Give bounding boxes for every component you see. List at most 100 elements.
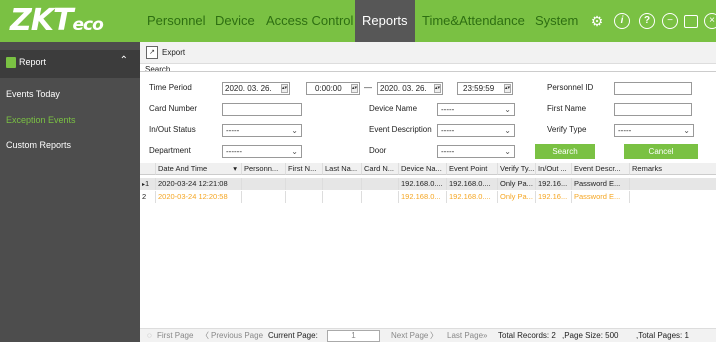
column-header[interactable]: First N... [286,163,323,175]
column-header[interactable]: Device Na... [399,163,447,175]
end-date-spinner[interactable]: ▴▾ [434,84,441,93]
table-cell[interactable] [242,178,286,190]
table-cell[interactable]: 192.168.0... [399,191,447,203]
sidebar-header-label: Report [19,57,47,67]
end-date-input[interactable]: 2020. 03. 26. ▴▾ [377,82,443,95]
table-cell[interactable] [323,178,362,190]
table-cell[interactable] [630,178,716,190]
column-header[interactable]: Remarks [630,163,716,175]
table-cell[interactable] [286,178,323,190]
inout-status-select[interactable]: ----- ⌄ [222,124,302,137]
last-page-link[interactable]: Last Page [447,329,483,342]
inout-status-label: In/Out Status [149,125,196,134]
table-cell[interactable]: 2020-03-24 12:21:08 [156,178,242,190]
verify-type-select[interactable]: ----- ⌄ [614,124,694,137]
chevron-right-icon[interactable]: 〉 [430,329,438,342]
row-number[interactable]: 2 [140,191,156,203]
first-name-input[interactable] [614,103,692,116]
column-header[interactable]: Last Na... [323,163,362,175]
search-button[interactable]: Search [535,144,595,159]
door-value: ----- [441,147,455,156]
inout-status-value: ----- [226,126,240,135]
settings-icon[interactable]: ⚙ [589,13,605,29]
column-header[interactable]: Event Descr... [572,163,630,175]
collapse-icon[interactable]: ⌃ [120,55,128,66]
first-page-link[interactable]: First Page [157,329,193,342]
door-select[interactable]: ----- ⌄ [437,145,515,158]
event-description-select[interactable]: ----- ⌄ [437,124,515,137]
end-time-input[interactable]: 23:59:59 ▴▾ [457,82,513,95]
door-label: Door [369,146,387,155]
table-cell[interactable]: 192.16... [536,191,572,203]
nav-personnel[interactable]: Personnel [140,0,213,42]
row-number[interactable]: ▸1 [140,178,156,190]
table-cell[interactable] [362,191,399,203]
sort-down-icon[interactable]: ▾ [233,163,237,174]
start-time-input[interactable]: 0:00:00 ▴▾ [306,82,360,95]
start-time-spinner[interactable]: ▴▾ [351,84,358,93]
personnel-id-input[interactable] [614,82,692,95]
sidebar-item-custom-reports[interactable]: Custom Reports [6,140,71,150]
column-header[interactable]: Card N... [362,163,399,175]
column-header[interactable]: In/Out ... [536,163,572,175]
table-cell[interactable]: 192.168.0.... [447,191,498,203]
nav-access-control[interactable]: Access Control [259,0,360,42]
card-number-input[interactable] [222,103,302,116]
table-cell[interactable]: 192.168.0.... [399,178,447,190]
table-cell[interactable] [362,178,399,190]
sidebar-item-events-today[interactable]: Events Today [6,89,60,99]
export-label: Export [162,48,186,57]
report-icon [6,57,16,68]
nav-device[interactable]: Device [208,0,262,42]
column-header-label: Date And Time [158,164,208,173]
nav-system[interactable]: System [528,0,585,42]
column-header[interactable]: Verify Ty... [498,163,536,175]
start-date-input[interactable]: 2020. 03. 26. ▴▾ [222,82,290,95]
sidebar-header[interactable]: Report ⌃ [0,50,140,78]
table-cell[interactable]: Only Pa... [498,191,536,203]
next-page-link[interactable]: Next Page [391,329,428,342]
start-date-value: 2020. 03. 26. [225,84,272,93]
table-cell[interactable] [323,191,362,203]
main-content: ↗ Export Search Time Period 2020. 03. 26… [140,42,716,342]
end-time-spinner[interactable]: ▴▾ [504,84,511,93]
double-chevron-right-icon[interactable]: » [483,329,487,342]
column-header[interactable]: Personn... [242,163,286,175]
first-page-icon[interactable]: ◌ [147,329,152,342]
department-select[interactable]: ------ ⌄ [222,145,302,158]
previous-page-link[interactable]: Previous Page [211,329,263,342]
chevron-left-icon[interactable]: 〈 [201,329,209,342]
verify-type-label: Verify Type [547,125,587,134]
table-cell[interactable]: 2020-03-24 12:20:58 [156,191,242,203]
total-pages: ,Total Pages: 1 [636,331,689,340]
table-cell[interactable] [242,191,286,203]
column-header[interactable]: Event Point [447,163,498,175]
close-icon[interactable]: × [704,13,716,29]
help-icon[interactable]: ? [639,13,655,29]
table-cell[interactable]: Only Pa... [498,178,536,190]
table-cell[interactable]: 192.168.0.... [447,178,498,190]
info-icon[interactable]: i [614,13,630,29]
table-cell[interactable] [286,191,323,203]
toolbar: ↗ Export [140,42,716,64]
sidebar-item-exception-events[interactable]: Exception Events [6,115,76,125]
top-navigation-bar: ZKTeco Personnel Device Access Control R… [0,0,716,42]
events-table: Date And Time ▾ Personn... First N... Las… [140,163,716,327]
table-cell[interactable] [630,191,716,203]
column-header[interactable]: Date And Time ▾ [156,163,242,175]
device-name-select[interactable]: ----- ⌄ [437,103,515,116]
cancel-button[interactable]: Cancel [624,144,698,159]
table-cell[interactable]: 192.16... [536,178,572,190]
table-cell[interactable]: Password E... [572,191,630,203]
nav-reports[interactable]: Reports [355,0,415,42]
chevron-down-icon: ⌄ [504,126,511,135]
device-name-label: Device Name [369,104,418,113]
minimize-icon[interactable]: − [662,13,678,29]
window-icon[interactable] [684,15,698,28]
logo-main: ZKT [10,3,73,38]
current-page-input[interactable]: 1 [327,330,380,342]
table-cell[interactable]: Password E... [572,178,630,190]
start-date-spinner[interactable]: ▴▾ [281,84,288,93]
nav-time-attendance[interactable]: Time&Attendance [415,0,532,42]
chevron-down-icon: ⌄ [291,126,298,135]
